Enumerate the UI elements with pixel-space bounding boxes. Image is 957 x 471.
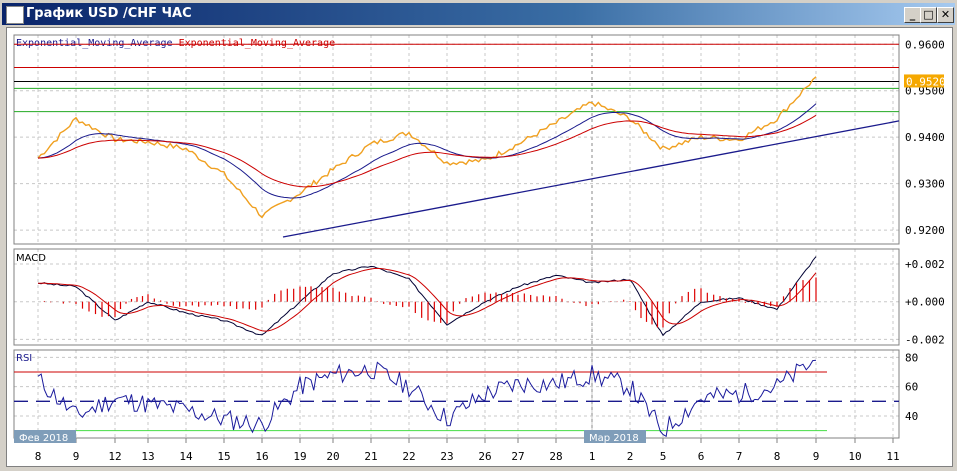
x-tick-label: 16 xyxy=(255,450,268,463)
macd-panel[interactable] xyxy=(13,248,900,346)
x-tick-label: 1 xyxy=(589,450,596,463)
trend-line xyxy=(282,120,900,238)
macd-tick-label: +0.000 xyxy=(905,296,945,309)
chart-svg[interactable]: Exponential_Moving_Average Exponential_M… xyxy=(0,0,957,471)
ema-slow-line xyxy=(37,114,817,188)
price-tick-label: 0.9300 xyxy=(905,178,945,191)
price-tick-label: 0.9200 xyxy=(905,224,945,237)
legend-ema-red: Exponential_Moving_Average xyxy=(179,38,336,49)
price-tick-label: 0.9600 xyxy=(905,38,945,51)
month-label: Мар 2018 xyxy=(589,433,639,444)
x-tick-label: 9 xyxy=(813,450,820,463)
x-tick-label: 21 xyxy=(364,450,377,463)
x-tick-label: 11 xyxy=(886,450,899,463)
rsi-tick-label: 60 xyxy=(905,381,918,394)
x-tick-label: 28 xyxy=(549,450,562,463)
x-tick-label: 15 xyxy=(217,450,230,463)
x-tick-label: 12 xyxy=(108,450,121,463)
rsi-label: RSI xyxy=(16,353,32,364)
macd-label: MACD xyxy=(16,253,46,264)
rsi-tick-label: 40 xyxy=(905,410,918,423)
x-tick-label: 22 xyxy=(402,450,415,463)
x-tick-label: 10 xyxy=(848,450,861,463)
x-tick-label: 8 xyxy=(774,450,781,463)
x-tick-label: 9 xyxy=(73,450,80,463)
rsi-tick-label: 80 xyxy=(905,351,918,364)
legend: Exponential_Moving_Average Exponential_M… xyxy=(16,38,335,49)
x-tick-label: 7 xyxy=(736,450,743,463)
x-tick-label: 20 xyxy=(326,450,339,463)
x-tick-label: 2 xyxy=(627,450,634,463)
legend-ema-blue: Exponential_Moving_Average xyxy=(16,38,173,49)
x-tick-label: 14 xyxy=(179,450,193,463)
x-tick-label: 27 xyxy=(511,450,524,463)
macd-line xyxy=(37,256,817,337)
x-tick-label: 5 xyxy=(660,450,667,463)
x-tick-label: 13 xyxy=(141,450,154,463)
x-tick-label: 6 xyxy=(698,450,705,463)
x-tick-label: 19 xyxy=(293,450,306,463)
x-tick-label: 26 xyxy=(478,450,491,463)
rsi-panel[interactable] xyxy=(13,349,900,439)
macd-tick-label: -0.002 xyxy=(905,333,945,346)
x-tick-label: 8 xyxy=(35,450,42,463)
price-series xyxy=(37,76,817,219)
month-label: Фев 2018 xyxy=(19,433,68,444)
x-tick-label: 23 xyxy=(440,450,453,463)
macd-tick-label: +0.002 xyxy=(905,258,945,271)
price-tick-label: 0.9400 xyxy=(905,131,945,144)
current-price-label: 0.9520 xyxy=(906,75,946,88)
